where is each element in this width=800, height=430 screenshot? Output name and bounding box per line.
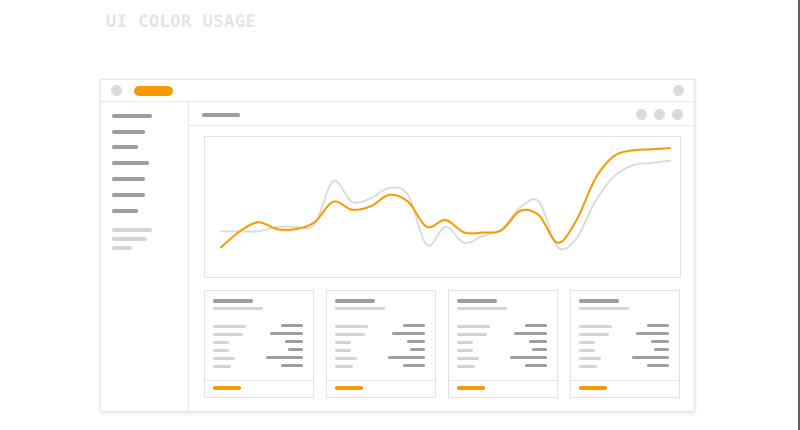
row-value	[281, 364, 303, 367]
row-value	[410, 348, 425, 351]
app-window-mockup	[100, 79, 695, 412]
row-value	[647, 364, 669, 367]
sidebar-item[interactable]	[112, 145, 138, 149]
sidebar	[101, 102, 189, 411]
sidebar-item[interactable]	[112, 114, 152, 118]
row-label	[579, 365, 597, 368]
row-label	[213, 333, 243, 336]
row-label	[335, 341, 351, 344]
window-titlebar	[101, 80, 694, 102]
sidebar-secondary-item[interactable]	[112, 228, 152, 232]
action-dot-icon[interactable]	[672, 109, 683, 120]
row-label	[457, 365, 475, 368]
card-subtitle	[457, 307, 507, 310]
row-label	[579, 349, 595, 352]
card-divider	[449, 380, 557, 381]
sidebar-item[interactable]	[112, 161, 149, 165]
row-label	[335, 365, 353, 368]
row-value	[392, 332, 425, 335]
card-title	[213, 299, 253, 303]
accent-tab-pill[interactable]	[134, 86, 173, 96]
row-label	[579, 341, 595, 344]
card-title	[579, 299, 619, 303]
primary-series-line	[220, 147, 671, 249]
row-value	[636, 332, 669, 335]
stat-card[interactable]	[204, 290, 314, 398]
row-value	[510, 356, 547, 359]
sidebar-item[interactable]	[112, 130, 145, 134]
row-label	[457, 349, 473, 352]
row-label	[457, 325, 490, 328]
row-value	[654, 348, 669, 351]
row-label	[213, 325, 246, 328]
traffic-dot-icon[interactable]	[111, 85, 122, 96]
row-label	[213, 357, 235, 360]
content-header	[189, 102, 694, 126]
card-title	[335, 299, 375, 303]
card-subtitle	[579, 307, 629, 310]
row-label	[335, 349, 351, 352]
card-accent-link[interactable]	[213, 386, 241, 390]
row-value	[407, 340, 425, 343]
row-value	[281, 324, 303, 327]
row-label	[213, 365, 231, 368]
page-title: UI COLOR USAGE	[106, 12, 257, 32]
row-value	[651, 340, 669, 343]
stat-card[interactable]	[570, 290, 680, 398]
comparison-series-line	[220, 159, 671, 251]
row-value	[514, 332, 547, 335]
line-chart	[220, 147, 671, 251]
row-label	[579, 333, 609, 336]
sidebar-item[interactable]	[112, 193, 145, 197]
card-accent-link[interactable]	[335, 386, 363, 390]
row-value	[403, 324, 425, 327]
row-label	[457, 341, 473, 344]
card-divider	[327, 380, 435, 381]
row-value	[529, 340, 547, 343]
row-value	[532, 348, 547, 351]
row-label	[457, 333, 487, 336]
sidebar-item[interactable]	[112, 177, 145, 181]
row-label	[213, 349, 229, 352]
sidebar-secondary-item[interactable]	[112, 237, 147, 241]
card-subtitle	[213, 307, 263, 310]
row-value	[647, 324, 669, 327]
row-value	[285, 340, 303, 343]
row-value	[525, 364, 547, 367]
window-dot-icon[interactable]	[673, 85, 684, 96]
card-divider	[571, 380, 679, 381]
sidebar-secondary-item[interactable]	[112, 246, 132, 250]
row-label	[213, 341, 229, 344]
row-label	[579, 325, 612, 328]
card-subtitle	[335, 307, 385, 310]
row-value	[266, 356, 303, 359]
row-value	[525, 324, 547, 327]
row-label	[579, 357, 601, 360]
row-value	[270, 332, 303, 335]
card-divider	[205, 380, 313, 381]
main-content	[189, 102, 694, 411]
action-dot-icon[interactable]	[636, 109, 647, 120]
row-label	[335, 357, 357, 360]
row-label	[457, 357, 479, 360]
row-value	[388, 356, 425, 359]
line-chart-card	[204, 136, 681, 278]
stat-card[interactable]	[448, 290, 558, 398]
stat-card[interactable]	[326, 290, 436, 398]
row-value	[288, 348, 303, 351]
card-title	[457, 299, 497, 303]
row-label	[335, 333, 365, 336]
action-dot-icon[interactable]	[654, 109, 665, 120]
breadcrumb-placeholder	[202, 113, 240, 117]
sidebar-item[interactable]	[112, 209, 138, 213]
card-accent-link[interactable]	[457, 386, 485, 390]
card-accent-link[interactable]	[579, 386, 607, 390]
row-value	[632, 356, 669, 359]
row-label	[335, 325, 368, 328]
row-value	[403, 364, 425, 367]
